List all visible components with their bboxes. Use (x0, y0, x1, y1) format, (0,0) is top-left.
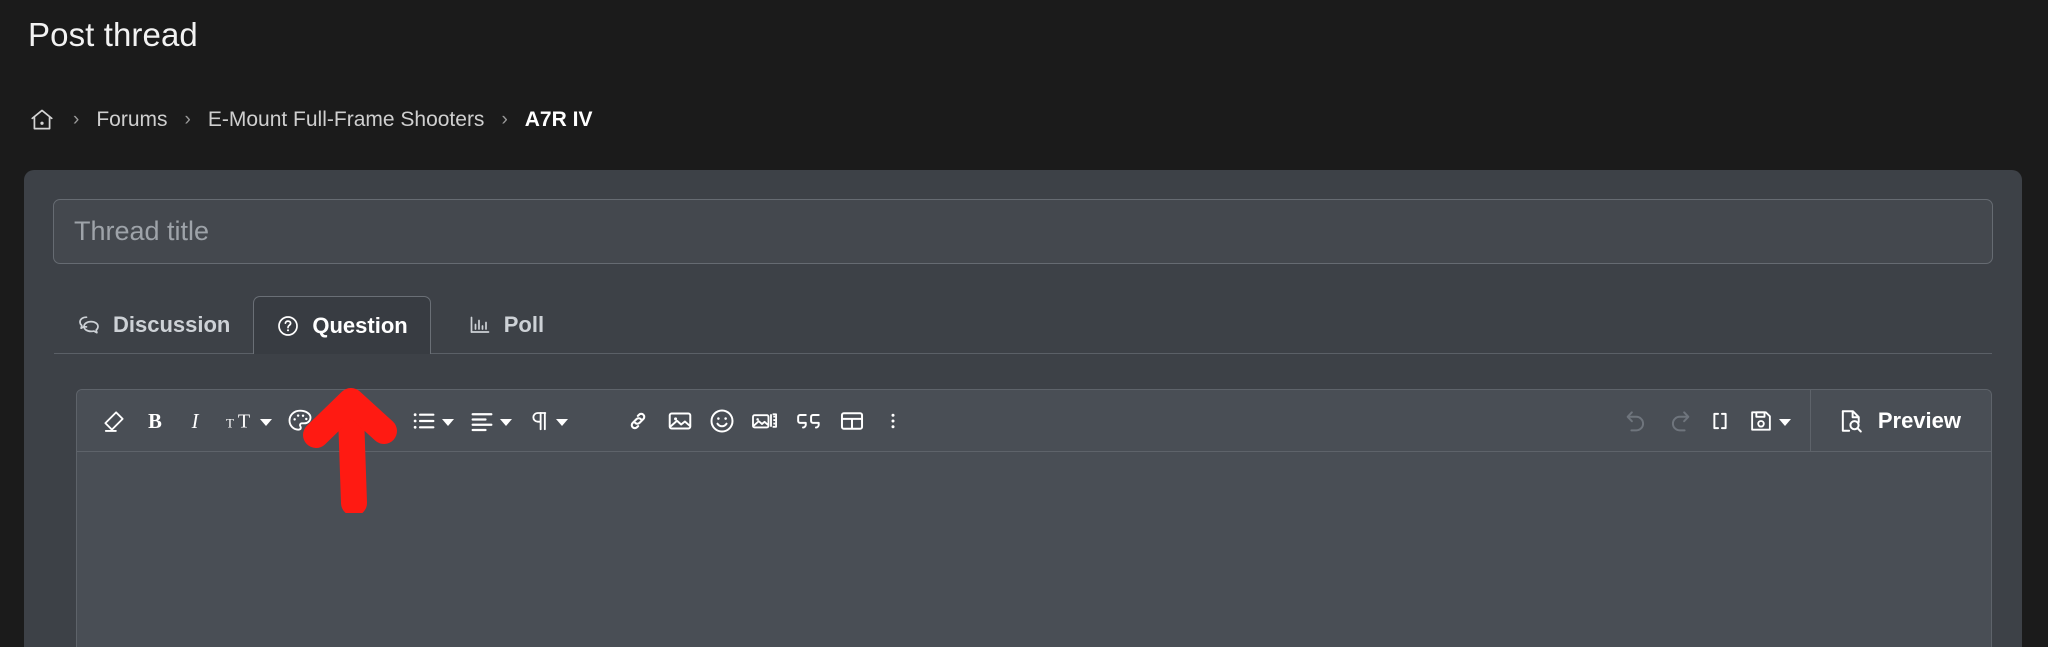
font-size-icon[interactable]: T T (215, 398, 279, 444)
bold-icon[interactable]: B (135, 398, 175, 444)
tab-discussion[interactable]: Discussion (54, 296, 253, 353)
svg-text:B: B (148, 411, 162, 433)
post-type-tabs: Discussion Question Poll (54, 292, 1992, 354)
breadcrumb: › Forums › E-Mount Full-Frame Shooters ›… (28, 105, 592, 135)
comments-icon (77, 313, 101, 337)
breadcrumb-item-e-mount-full-frame-shooters[interactable]: E-Mount Full-Frame Shooters (208, 105, 485, 135)
editor-toolbar: B I T T Preview (77, 390, 1991, 452)
svg-text:T: T (226, 415, 234, 430)
svg-text:T: T (238, 410, 250, 432)
remove-formatting-icon[interactable] (93, 398, 135, 444)
link-icon[interactable] (617, 398, 659, 444)
chevron-down-icon (1778, 419, 1791, 426)
redo-icon[interactable] (1658, 398, 1700, 444)
tab-question[interactable]: Question (253, 296, 431, 354)
chevron-down-icon (260, 419, 272, 426)
toolbar-group-actions (1616, 398, 1798, 444)
bar-chart-icon (468, 313, 492, 337)
overflow-menu-icon[interactable] (873, 398, 913, 444)
paragraph-format-icon[interactable] (519, 398, 575, 444)
text-align-icon[interactable] (461, 398, 519, 444)
chevron-down-icon (500, 419, 512, 426)
breadcrumb-item-a7r-iv[interactable]: A7R IV (525, 105, 593, 135)
toolbar-group-formatting: B I T T (93, 398, 361, 444)
breadcrumb-separator-2: › (184, 109, 191, 130)
breadcrumb-separator-3: › (501, 109, 508, 130)
tab-poll-label: Poll (503, 312, 545, 337)
tab-discussion-label: Discussion (113, 312, 231, 337)
question-circle-icon (276, 314, 300, 338)
table-icon[interactable] (831, 398, 873, 444)
quote-icon[interactable] (787, 398, 831, 444)
more-options-vertical-icon[interactable] (321, 398, 361, 444)
preview-button[interactable]: Preview (1809, 390, 1987, 452)
message-body-input[interactable] (77, 452, 1991, 647)
image-icon[interactable] (659, 398, 701, 444)
thread-title-input[interactable] (53, 199, 1993, 264)
smiley-icon[interactable] (701, 398, 743, 444)
list-bullet-icon[interactable] (403, 398, 461, 444)
preview-button-label: Preview (1877, 407, 1961, 433)
tab-question-label: Question (312, 312, 408, 338)
thread-title-field (53, 199, 1993, 264)
home-icon[interactable] (28, 106, 56, 134)
undo-icon[interactable] (1616, 398, 1658, 444)
post-thread-panel: Discussion Question (24, 170, 2022, 647)
chevron-down-icon (556, 419, 568, 426)
chevron-down-icon (442, 419, 454, 426)
italic-icon[interactable]: I (175, 398, 215, 444)
toolbar-group-insert (617, 398, 913, 444)
svg-text:I: I (191, 411, 200, 433)
text-color-palette-icon[interactable] (279, 398, 321, 444)
breadcrumb-item-forums[interactable]: Forums (96, 105, 167, 135)
toolbar-group-paragraph (403, 398, 575, 444)
page-title: Post thread (28, 16, 198, 53)
tab-poll[interactable]: Poll (445, 296, 567, 353)
bbcode-brackets-icon[interactable] (1700, 398, 1740, 444)
message-editor: B I T T Preview (76, 389, 1992, 647)
save-draft-icon[interactable] (1740, 398, 1798, 444)
document-search-icon (1837, 407, 1865, 435)
media-gallery-icon[interactable] (743, 398, 787, 444)
breadcrumb-separator-1: › (73, 109, 80, 130)
